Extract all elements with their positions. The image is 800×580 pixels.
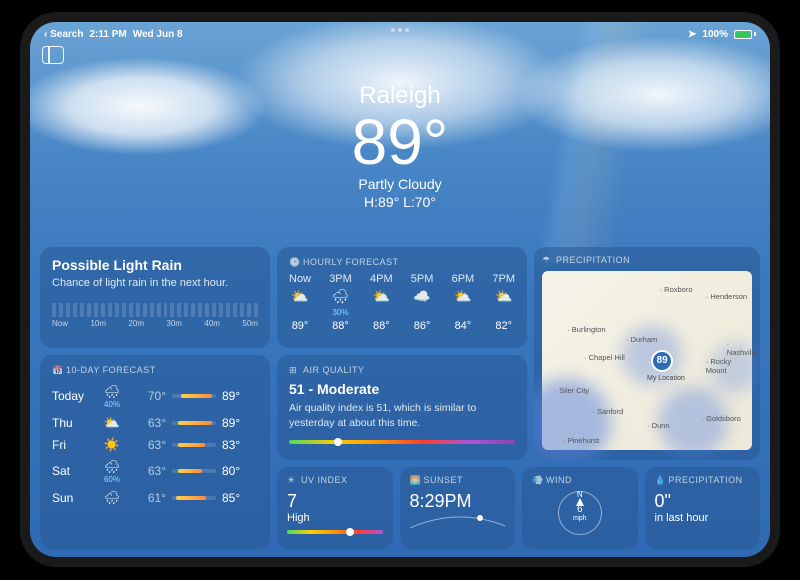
air-quality-card[interactable]: ⊞AIR QUALITY 51 - Moderate Air quality i… <box>277 355 527 460</box>
weather-icon: ⛅ <box>291 288 308 305</box>
hour-col: 7PM⛅ 82° <box>492 273 515 332</box>
current-condition: Partly Cloudy <box>30 176 770 192</box>
current-weather-hero: Raleigh 89° Partly Cloudy H:89° L:70° <box>30 82 770 210</box>
weather-icon: 🌧 <box>332 288 350 305</box>
forecast-day-row: Sun🌧61°85° <box>52 487 258 509</box>
map-city-label: · Henderson <box>706 292 747 301</box>
status-time: 2:11 PM <box>89 29 126 40</box>
uv-scale <box>287 530 383 534</box>
map-city-label: · Pinehurst <box>563 436 599 445</box>
hour-col: Now⛅ 89° <box>289 273 311 332</box>
precipitation-map-card[interactable]: ☂PRECIPITATION 89 My Location · Roxboro·… <box>534 247 760 460</box>
hour-col: 4PM⛅ 88° <box>370 273 393 332</box>
hour-col: 5PM☁️ 86° <box>411 273 434 332</box>
precip-map[interactable]: 89 My Location · Roxboro · Henderson · Bur… <box>542 271 752 450</box>
map-city-label: · Chapel Hill <box>584 353 625 362</box>
map-city-label: · Dunn <box>647 421 670 430</box>
precipitation-amount-card[interactable]: 💧PRECIPITATION 0" in last hour <box>645 467 761 549</box>
forecast-day-row: Thu⛅63°89° <box>52 412 258 434</box>
rain-minute-bars <box>52 303 258 317</box>
uv-index-card[interactable]: ☀UV INDEX 7 High <box>277 467 393 549</box>
aqi-value: 51 - Moderate <box>289 381 515 397</box>
hour-col: 3PM🌧30%88° <box>329 273 352 332</box>
weather-icon: ☀️ <box>100 437 124 453</box>
weather-icon: ☁️ <box>413 288 430 305</box>
weather-icon: 🌧40% <box>100 384 124 409</box>
uv-value: 7 <box>287 491 383 512</box>
weather-icon: 🌧 <box>100 490 124 506</box>
map-my-location-label: My Location <box>647 375 685 382</box>
wind-icon: 💨 <box>532 475 542 485</box>
sunset-time: 8:29PM <box>410 491 506 512</box>
map-city-label: · Siler City <box>555 386 590 395</box>
location-icon: ➤ <box>688 29 696 40</box>
hour-col: 6PM⛅ 84° <box>452 273 475 332</box>
weather-icon: 🌧60% <box>100 459 124 484</box>
ten-day-forecast-card[interactable]: 📅10-DAY FORECAST Today🌧40%70°89°Thu⛅63°8… <box>40 355 270 549</box>
map-city-label: · Roxboro <box>660 285 693 294</box>
map-my-location-pin[interactable]: 89 <box>651 350 673 372</box>
hourly-forecast-card[interactable]: 🕒HOURLY FORECAST Now⛅ 89°3PM🌧30%88°4PM⛅ … <box>277 247 527 348</box>
multitask-dots[interactable] <box>391 28 409 32</box>
precip-sub: in last hour <box>655 512 751 524</box>
wind-card[interactable]: 💨WIND N 6mph <box>522 467 638 549</box>
aqi-desc: Air quality index is 51, which is simila… <box>289 401 515 430</box>
map-city-label: · Durham <box>626 335 657 344</box>
weather-icon: ⛅ <box>100 415 124 431</box>
uv-label: High <box>287 512 383 524</box>
sunset-icon: 🌅 <box>410 475 420 485</box>
battery-icon <box>734 30 756 39</box>
drop-icon: 💧 <box>655 475 665 485</box>
sidebar-toggle-button[interactable] <box>42 46 64 64</box>
umbrella-icon: ☂ <box>542 255 552 265</box>
current-temp: 89° <box>30 110 770 174</box>
aqi-scale <box>289 440 515 444</box>
weather-icon: ⛅ <box>373 288 390 305</box>
clock-icon: 🕒 <box>289 257 299 267</box>
map-city-label: · Goldsboro <box>702 414 741 423</box>
back-search[interactable]: ‹ Search <box>44 29 83 40</box>
weather-icon: ⛅ <box>454 288 471 305</box>
rain-desc: Chance of light rain in the next hour. <box>52 277 258 289</box>
calendar-icon: 📅 <box>52 365 62 375</box>
forecast-day-row: Fri☀️63°83° <box>52 434 258 456</box>
weather-icon: ⛅ <box>495 288 512 305</box>
rain-ticks: Now10m20m30m40m50m <box>52 319 258 328</box>
map-city-label: · Nashville <box>727 339 757 357</box>
precip-amount: 0" <box>655 491 751 512</box>
aqi-icon: ⊞ <box>289 365 299 375</box>
battery-pct: 100% <box>702 29 728 40</box>
next-hour-rain-card[interactable]: Possible Light Rain Chance of light rain… <box>40 247 270 348</box>
wind-compass: N 6mph <box>558 491 602 535</box>
map-city-label: · Sanford <box>592 407 623 416</box>
map-city-label: · Burlington <box>567 325 605 334</box>
sun-arc <box>410 512 506 530</box>
forecast-day-row: Today🌧40%70°89° <box>52 381 258 412</box>
rain-title: Possible Light Rain <box>52 257 258 273</box>
sun-icon: ☀ <box>287 475 297 485</box>
high-low: H:89° L:70° <box>30 194 770 210</box>
map-city-label: · Rocky Mount <box>706 357 752 375</box>
status-date: Wed Jun 8 <box>133 29 183 40</box>
sunset-card[interactable]: 🌅SUNSET 8:29PM <box>400 467 516 549</box>
forecast-day-row: Sat🌧60%63°80° <box>52 456 258 487</box>
